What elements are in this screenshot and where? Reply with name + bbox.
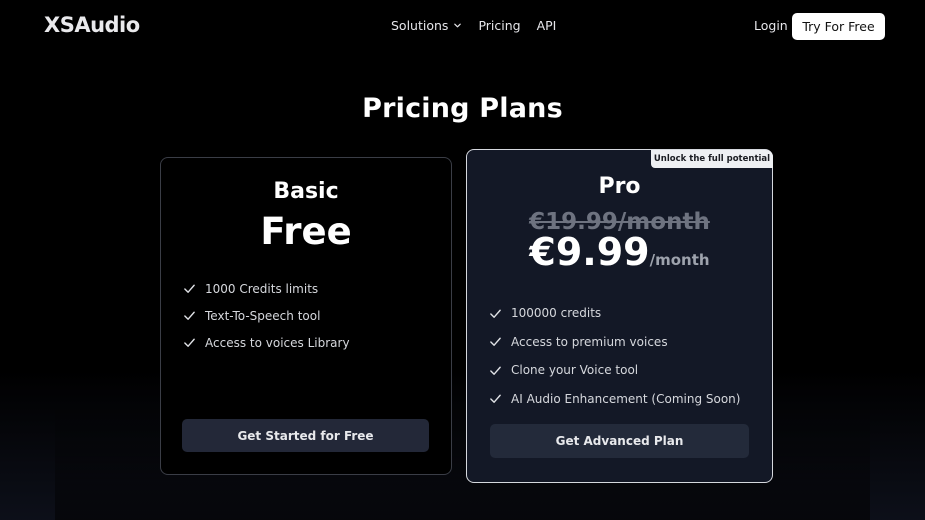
nav-api[interactable]: API <box>537 18 557 33</box>
promo-badge: Unlock the full potential <box>651 150 773 168</box>
basic-plan-card: Basic Free 1000 Credits limits Text-To-S… <box>160 157 452 475</box>
price-period: /month <box>649 251 710 269</box>
feature-label: Access to voices Library <box>205 335 350 350</box>
feature-label: AI Audio Enhancement (Coming Soon) <box>511 391 741 406</box>
check-icon <box>490 309 501 318</box>
feature-item: Access to premium voices <box>489 328 740 357</box>
try-for-free-button[interactable]: Try For Free <box>792 13 885 40</box>
feature-item: Text-To-Speech tool <box>183 302 350 329</box>
check-icon <box>184 284 195 293</box>
feature-list: 100000 credits Access to premium voices … <box>489 299 740 413</box>
check-icon <box>184 338 195 347</box>
nav-solutions-label: Solutions <box>391 18 449 33</box>
pro-plan-card: Unlock the full potential Pro €19.99/mon… <box>466 149 773 483</box>
feature-item: 1000 Credits limits <box>183 275 350 302</box>
feature-label: Clone your Voice tool <box>511 363 639 378</box>
plan-price: Free <box>260 210 352 253</box>
feature-label: 100000 credits <box>511 306 602 321</box>
feature-label: Access to premium voices <box>511 334 668 349</box>
get-started-free-button[interactable]: Get Started for Free <box>182 419 429 452</box>
price-row: €9.99/month <box>467 230 772 274</box>
feature-label: Text-To-Speech tool <box>205 308 321 323</box>
page-title: Pricing Plans <box>362 93 563 124</box>
feature-item: AI Audio Enhancement (Coming Soon) <box>489 385 740 414</box>
check-icon <box>490 337 501 347</box>
check-icon <box>490 366 501 375</box>
feature-label: 1000 Credits limits <box>205 281 319 296</box>
nav-pricing[interactable]: Pricing <box>478 18 520 33</box>
plan-name: Pro <box>598 174 641 199</box>
top-nav: XSAudio Solutions Pricing API Login Try … <box>0 0 925 52</box>
get-advanced-plan-button[interactable]: Get Advanced Plan <box>490 424 749 458</box>
nav-links: Solutions Pricing API <box>391 18 556 33</box>
feature-item: Access to voices Library <box>183 329 350 356</box>
feature-item: 100000 credits <box>489 299 740 328</box>
bottom-glow <box>0 370 925 520</box>
feature-item: Clone your Voice tool <box>489 356 740 385</box>
plan-name: Basic <box>273 179 339 204</box>
nav-solutions[interactable]: Solutions <box>391 18 462 33</box>
check-icon <box>490 394 501 404</box>
plan-price: €9.99 <box>529 230 650 274</box>
login-link[interactable]: Login <box>754 18 788 33</box>
logo[interactable]: XSAudio <box>44 13 140 37</box>
feature-list: 1000 Credits limits Text-To-Speech tool … <box>183 275 350 356</box>
chevron-down-icon <box>454 23 462 28</box>
check-icon <box>184 311 195 320</box>
